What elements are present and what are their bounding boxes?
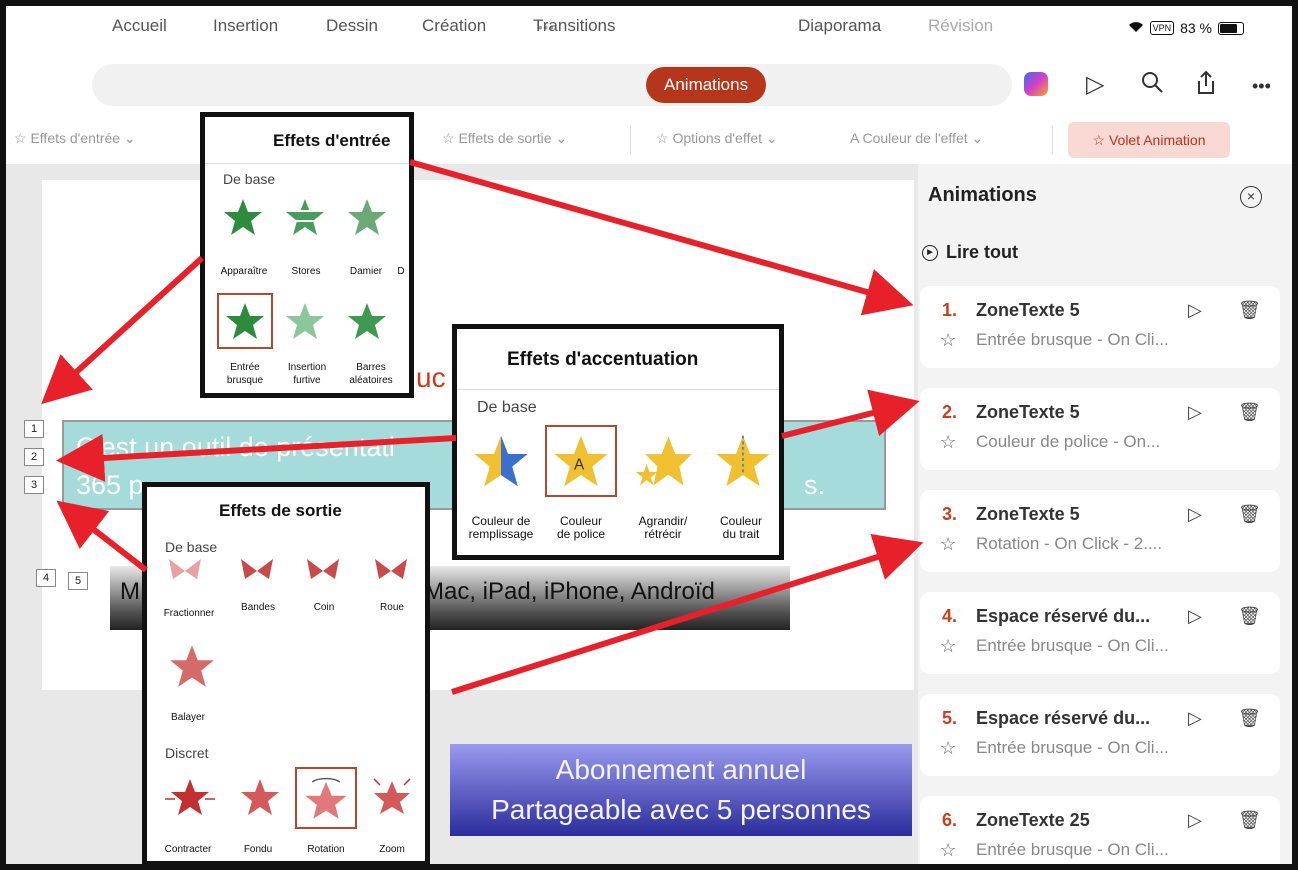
arrow-entry-to-marker-1: [41, 255, 205, 405]
annotation-arrows: [41, 159, 924, 695]
arrow-entry-to-item-1: [409, 159, 914, 316]
arrow-exit-to-marker-3: [56, 500, 148, 573]
arrow-emphasis-to-marker-2: [56, 434, 457, 482]
arrow-exit-to-item-3: [451, 534, 924, 695]
app-window: ••• VPN 83 % Accueil Insertion Dessin Cr…: [0, 0, 1298, 870]
arrow-emphasis-to-item-2: [781, 389, 920, 439]
